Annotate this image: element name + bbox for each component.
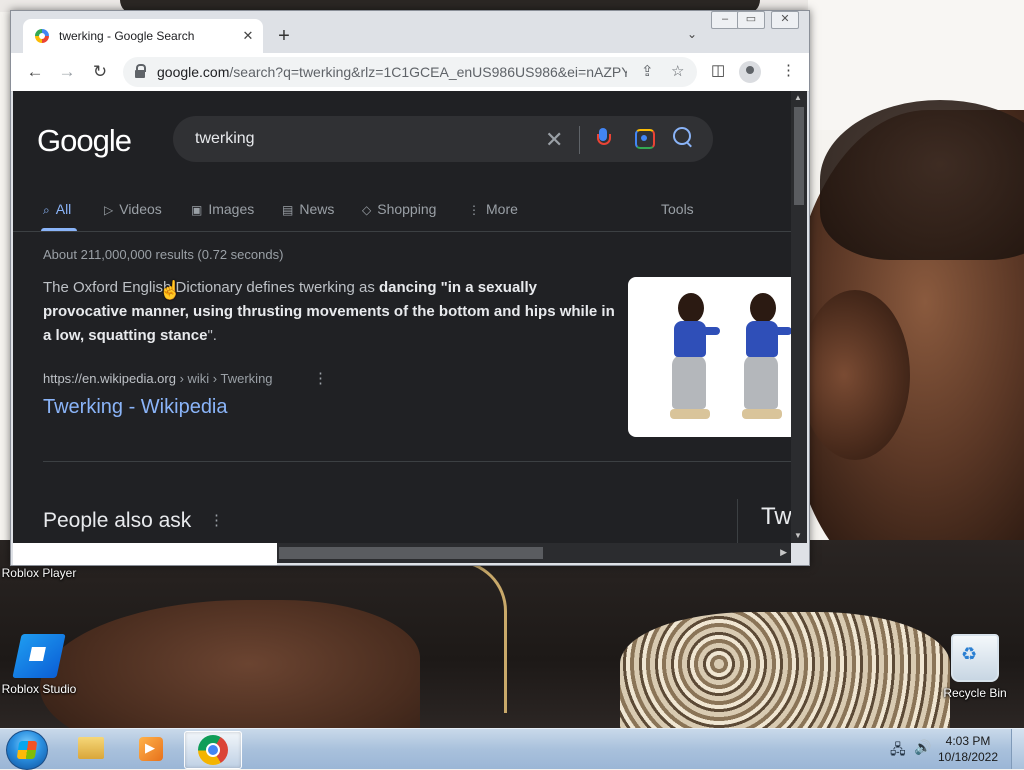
menu-kebab-icon[interactable]: ⋮: [781, 61, 796, 79]
bookmark-star-icon[interactable]: ☆: [671, 62, 684, 80]
start-button[interactable]: [6, 730, 48, 770]
address-bar[interactable]: google.com/search?q=twerking&rlz=1C1GCEA…: [123, 57, 697, 87]
people-also-ask-heading: People also ask: [43, 509, 192, 532]
taskbar: 🖧 🔊 4:03 PM 10/18/2022: [0, 728, 1024, 770]
more-vertical-icon: ⋮: [468, 203, 480, 217]
browser-window: twerking - Google Search ✕ + ⌄ – ▭ ✕ ← →…: [10, 10, 810, 566]
clear-icon[interactable]: ✕: [545, 127, 563, 153]
camera-lens-icon[interactable]: [635, 129, 655, 149]
tab-strip: twerking - Google Search ✕ + ⌄ – ▭ ✕: [11, 11, 809, 53]
search-tabs: ⌕ All ▷ Videos ▣ Images ▤ News ◇ Shopping ⋮ Mo…: [13, 191, 791, 232]
lock-icon[interactable]: [135, 64, 146, 78]
recycle-bin-icon: [951, 634, 999, 682]
desktop-icon-label: Recycle Bin: [943, 686, 1007, 700]
image-icon: ▣: [191, 203, 203, 217]
paa-options-icon[interactable]: ⋮: [209, 511, 224, 529]
browser-toolbar: ← → ↻ google.com/search?q=twerking&rlz=1…: [11, 53, 809, 92]
network-icon[interactable]: 🖧: [890, 739, 906, 763]
knowledge-panel-title: Tw: [761, 503, 791, 530]
result-options-icon[interactable]: ⋮: [313, 369, 328, 387]
tab-shopping[interactable]: ◇ Shopping: [362, 201, 436, 217]
featured-snippet: The Oxford English Dictionary defines tw…: [43, 279, 615, 344]
mouse-cursor-icon: ☝: [159, 280, 182, 300]
scroll-up-arrow-icon[interactable]: ▲: [794, 93, 802, 102]
section-divider: [43, 461, 791, 462]
new-tab-button[interactable]: +: [273, 25, 295, 47]
tag-icon: ◇: [362, 203, 372, 217]
clock-date: 10/18/2022: [937, 750, 999, 764]
search-divider: [579, 126, 580, 154]
tab-videos[interactable]: ▷ Videos: [104, 201, 162, 217]
search-query[interactable]: twerking: [195, 130, 255, 148]
back-button[interactable]: ←: [23, 61, 47, 83]
vertical-scroll-thumb[interactable]: [794, 107, 804, 205]
tab-images[interactable]: ▣ Images: [191, 201, 254, 217]
search-icon: ⌕: [43, 203, 50, 217]
google-logo[interactable]: Google: [37, 123, 132, 159]
tab-all[interactable]: ⌕ All: [43, 201, 71, 218]
url-text: google.com/search?q=twerking&rlz=1C1GCEA…: [157, 64, 627, 80]
taskbar-explorer[interactable]: [62, 731, 118, 767]
vertical-scrollbar[interactable]: ▲ ▼: [791, 91, 807, 543]
close-tab-icon[interactable]: ✕: [239, 27, 257, 45]
forward-button[interactable]: →: [55, 61, 79, 83]
scrollbar-blank-area: [13, 543, 277, 565]
snippet-image[interactable]: [628, 277, 791, 437]
maximize-button[interactable]: ▭: [737, 11, 765, 29]
scroll-down-arrow-icon[interactable]: ▼: [794, 531, 802, 540]
result-title-link[interactable]: Twerking - Wikipedia: [43, 396, 228, 419]
share-icon[interactable]: ⇪: [641, 62, 654, 80]
browser-tab[interactable]: twerking - Google Search ✕: [23, 19, 263, 53]
active-tab-indicator: [41, 228, 77, 231]
tools-button[interactable]: Tools: [661, 201, 694, 217]
roblox-studio-icon: [12, 634, 66, 678]
tab-search-chevron-icon[interactable]: ⌄: [687, 27, 697, 41]
tab-news[interactable]: ▤ News: [282, 201, 334, 217]
horizontal-scroll-thumb[interactable]: [279, 547, 543, 559]
scroll-right-arrow-icon[interactable]: ▶: [780, 547, 787, 558]
horizontal-scrollbar[interactable]: ▶: [13, 543, 791, 565]
tab-more[interactable]: ⋮ More: [468, 201, 518, 217]
media-player-icon: [139, 737, 163, 761]
search-icon[interactable]: [673, 127, 691, 145]
desktop-icon-label: Roblox Player: [1, 566, 77, 580]
desktop-icon-label: Roblox Studio: [1, 682, 77, 696]
tab-title: twerking - Google Search: [59, 29, 195, 43]
result-citation[interactable]: https://en.wikipedia.org › wiki › Twerki…: [43, 371, 273, 386]
news-icon: ▤: [282, 203, 294, 217]
google-favicon-icon: [35, 29, 49, 43]
side-panel-icon[interactable]: ◫: [711, 61, 725, 79]
side-panel-divider: [737, 499, 738, 543]
chrome-icon: [198, 735, 228, 765]
desktop-icon-roblox-player[interactable]: Roblox Player: [0, 566, 84, 580]
desktop-icon-roblox-studio[interactable]: Roblox Studio: [0, 634, 84, 696]
search-results-page: Google twerking ✕ ⌕ All ▷ Videos ▣ Images ▤…: [13, 91, 791, 543]
desktop-icon-recycle-bin[interactable]: Recycle Bin: [930, 634, 1020, 700]
taskbar-chrome[interactable]: [184, 731, 242, 769]
minimize-button[interactable]: –: [711, 11, 739, 29]
folder-icon: [78, 737, 104, 759]
search-input[interactable]: twerking ✕: [173, 116, 713, 162]
show-desktop-button[interactable]: [1011, 729, 1024, 769]
microphone-icon[interactable]: [597, 128, 611, 150]
taskbar-media-player[interactable]: [122, 731, 178, 767]
result-stats: About 211,000,000 results (0.72 seconds): [43, 247, 284, 262]
close-window-button[interactable]: ✕: [771, 11, 799, 29]
reload-button[interactable]: ↻: [88, 61, 112, 83]
clock-time: 4:03 PM: [945, 734, 991, 748]
video-icon: ▷: [104, 203, 114, 217]
taskbar-clock[interactable]: 4:03 PM 10/18/2022: [928, 733, 1008, 765]
profile-avatar-icon[interactable]: [739, 61, 761, 83]
